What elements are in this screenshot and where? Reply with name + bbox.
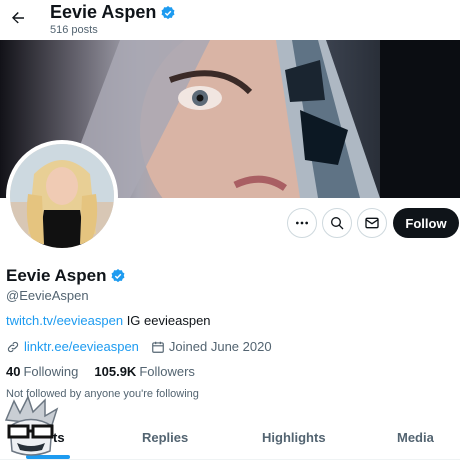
mail-icon	[365, 217, 379, 229]
following-label: Following	[23, 364, 79, 379]
top-bar: Eevie Aspen 516 posts	[0, 0, 460, 40]
calendar-icon	[152, 341, 164, 353]
followers-count[interactable]: 105.9K Followers	[94, 364, 195, 379]
search-button[interactable]	[322, 208, 352, 238]
followers-number: 105.9K	[94, 364, 137, 379]
header-title: Eevie Aspen	[50, 2, 176, 23]
bio: twitch.tv/eevieaspen IG eevieaspen	[6, 313, 211, 328]
tab-highlights[interactable]: Highlights	[262, 430, 326, 445]
verified-badge-icon	[161, 5, 175, 19]
website-link[interactable]: linktr.ee/eevieaspen	[24, 339, 139, 354]
display-name-text: Eevie Aspen	[6, 266, 107, 285]
more-icon	[296, 221, 308, 225]
avatar[interactable]	[6, 140, 118, 252]
profile-meta: linktr.ee/eevieaspen Joined June 2020	[6, 339, 284, 354]
mascot-overlay-icon	[0, 395, 62, 460]
search-icon	[331, 217, 344, 230]
following-number: 40	[6, 364, 21, 379]
display-name: Eevie Aspen	[6, 266, 126, 286]
message-button[interactable]	[357, 208, 387, 238]
follow-button[interactable]: Follow	[393, 208, 459, 238]
bio-link[interactable]: twitch.tv/eevieaspen	[6, 313, 123, 328]
tab-replies[interactable]: Replies	[142, 430, 188, 445]
post-count: 516 posts	[50, 24, 98, 36]
followers-label: Followers	[139, 364, 195, 379]
link-icon	[7, 341, 19, 352]
back-arrow-icon[interactable]	[6, 6, 30, 30]
joined-date: Joined June 2020	[168, 339, 272, 354]
verified-badge-icon	[112, 269, 125, 283]
bio-text: IG eevieaspen	[123, 313, 211, 328]
more-button[interactable]	[287, 208, 317, 238]
header-name: Eevie Aspen	[50, 2, 157, 22]
tab-media[interactable]: Media	[397, 430, 434, 445]
user-handle: @EevieAspen	[6, 288, 89, 303]
joined-item: Joined June 2020	[151, 339, 272, 354]
following-count[interactable]: 40 Following	[6, 364, 78, 379]
follow-counts: 40 Following 105.9K Followers	[6, 364, 195, 379]
website-item: linktr.ee/eevieaspen	[6, 339, 139, 354]
profile-tabs: ts Replies Highlights Media	[0, 420, 460, 460]
